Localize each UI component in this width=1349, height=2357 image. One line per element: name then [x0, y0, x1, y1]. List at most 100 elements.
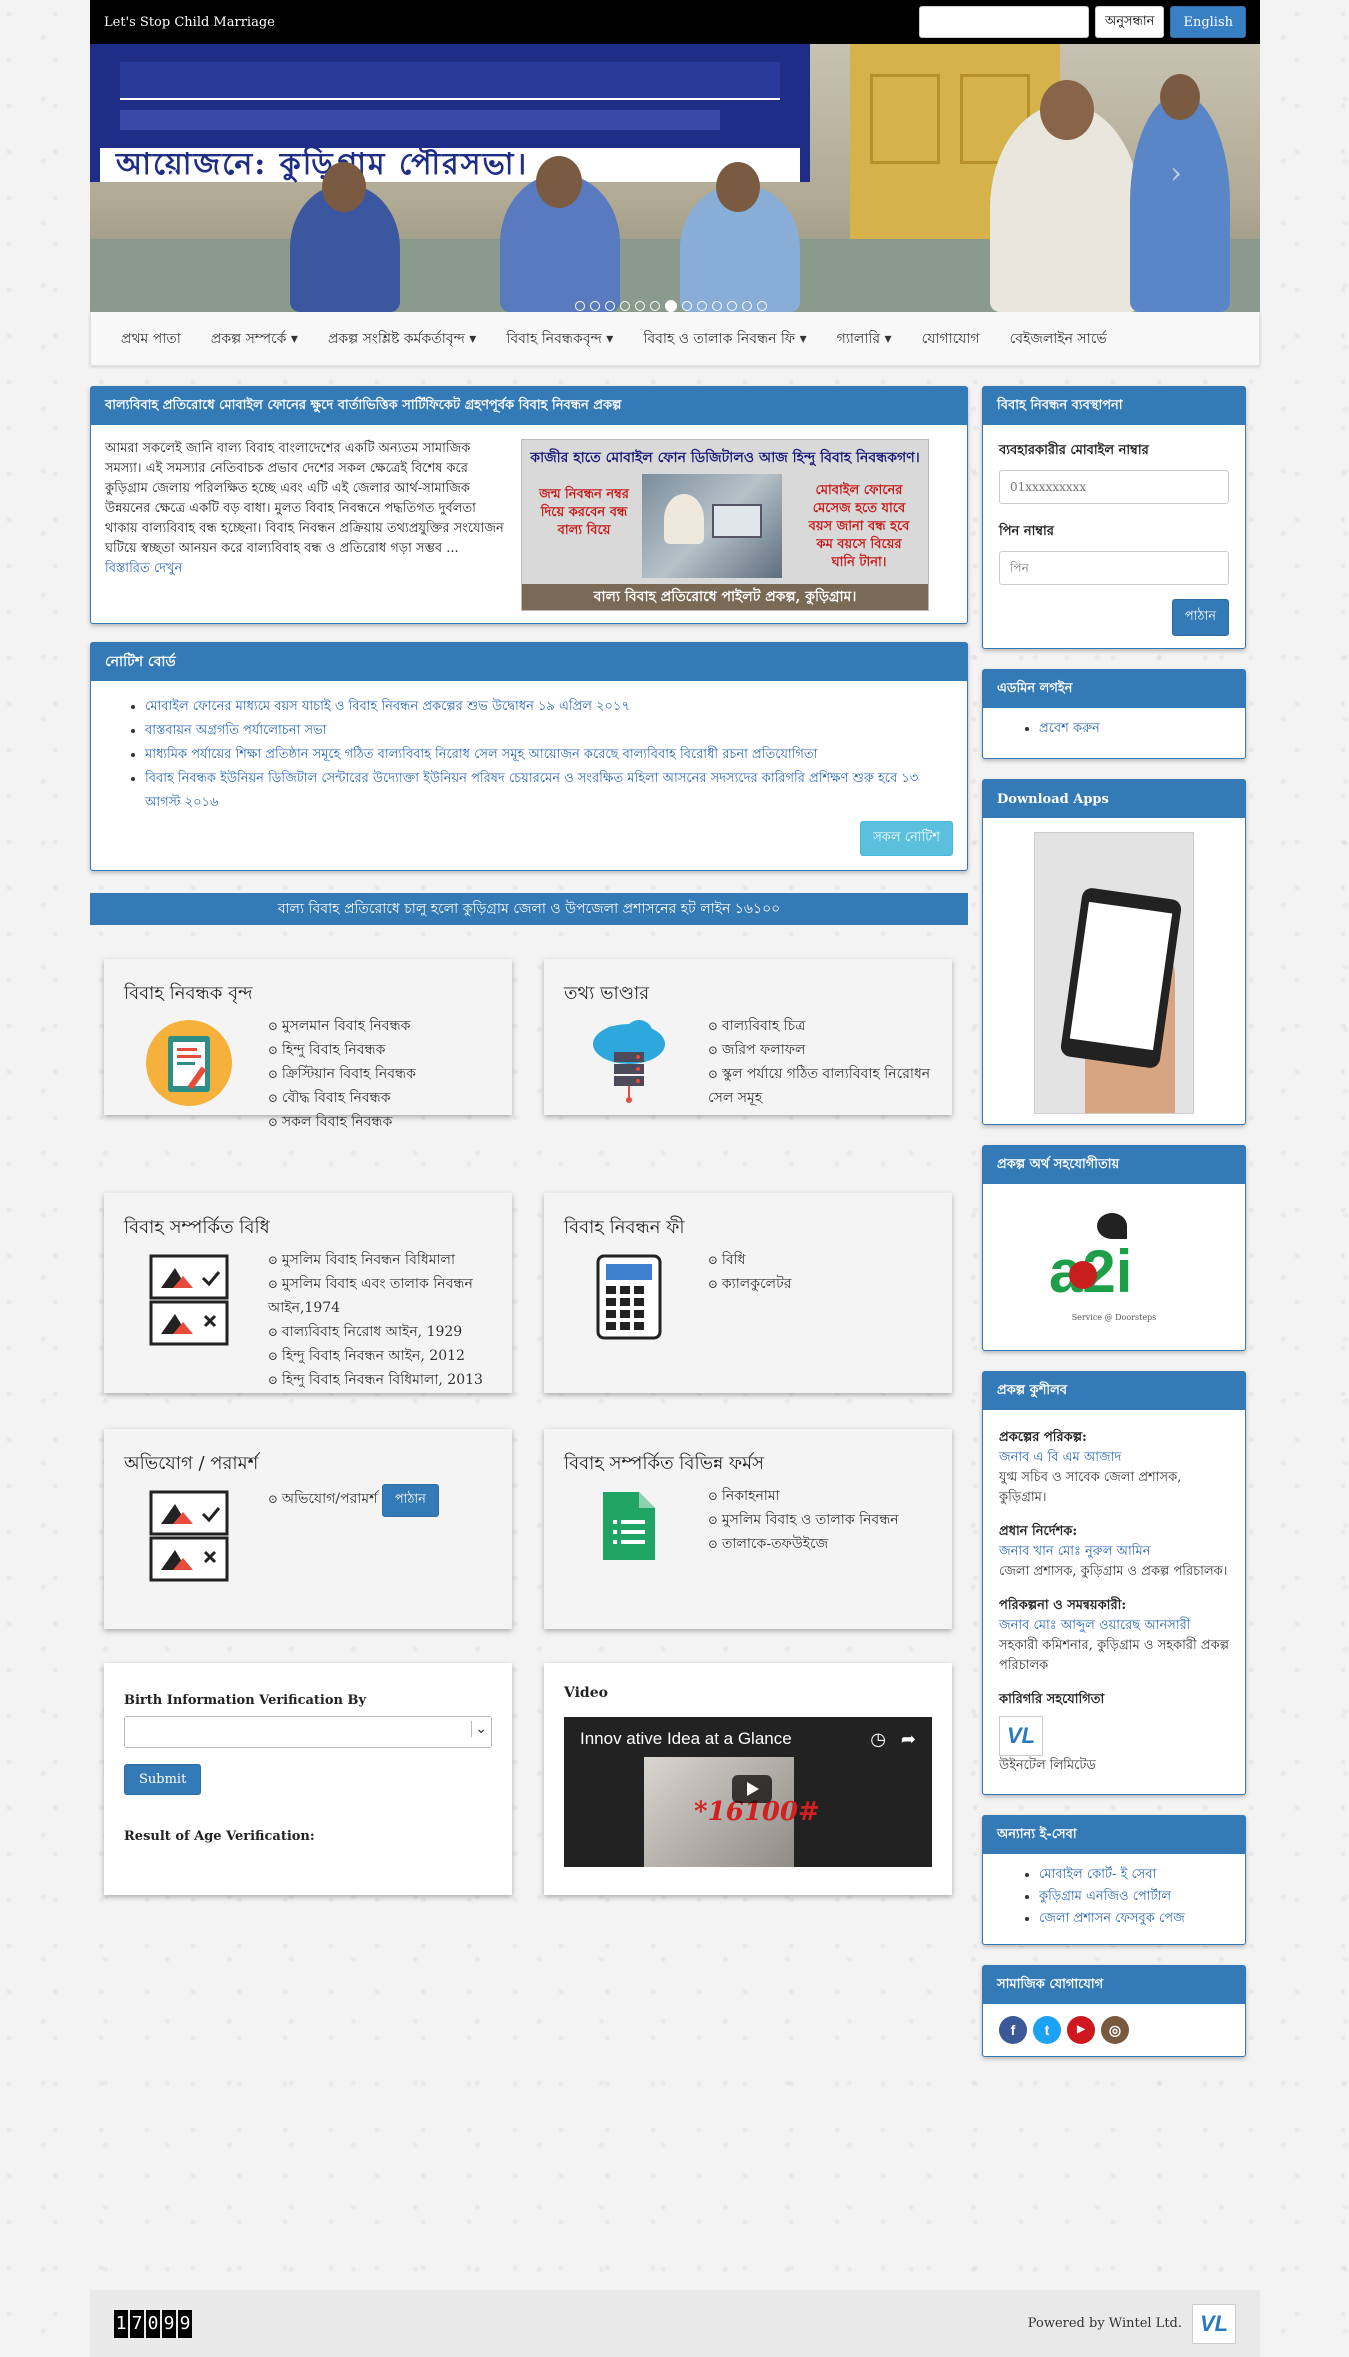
slider-dot[interactable]: [590, 301, 600, 311]
director-name[interactable]: জনাব এ বি এম আজাদ: [999, 1448, 1229, 1468]
mobile-input[interactable]: [999, 470, 1229, 504]
pin-input[interactable]: [999, 551, 1229, 585]
registrars-list: মুসলমান বিবাহ নিবন্ধকহিন্দু বিবাহ নিবন্ধ…: [268, 1014, 416, 1134]
nav-item[interactable]: বিবাহ নিবন্ধকবৃন্দ ▾: [506, 327, 613, 351]
slider-dot[interactable]: [697, 301, 707, 311]
slider-dot[interactable]: [650, 301, 660, 311]
send-button[interactable]: পাঠান: [1171, 599, 1229, 636]
coordinator-role: পরিকল্পনা ও সমন্বয়কারী:: [999, 1598, 1127, 1613]
registrar-link[interactable]: হিন্দু বিবাহ নিবন্ধক: [268, 1038, 416, 1062]
form-link[interactable]: তালাকে-তফউইজে: [708, 1532, 899, 1556]
coordinator-name[interactable]: জনাব মোঃ আব্দুল ওয়ারেছ আনসারী: [999, 1616, 1229, 1636]
admin-login-link[interactable]: প্রবেশ করুন: [1039, 718, 1229, 740]
rule-link[interactable]: মুসলিম বিবাহ এবং তালাক নিবন্ধন আইন,1974: [268, 1272, 492, 1320]
rules-list: মুসলিম বিবাহ নিবন্ধন বিধিমালামুসলিম বিবা…: [268, 1248, 492, 1392]
notice-board: নোটিশ বোর্ড মোবাইল ফোনের মাধ্যমে বয়স যা…: [90, 642, 968, 871]
fee-link[interactable]: বিধি: [708, 1248, 791, 1272]
all-notices-button[interactable]: সকল নোটিশ: [860, 821, 953, 856]
staff-panel: প্রকল্প কুশীলব প্রকল্পের পরিকল্প: জনাব এ…: [982, 1371, 1246, 1795]
clock-icon[interactable]: ◷: [870, 1729, 886, 1750]
chief-role: প্রধান নির্দেশক:: [999, 1524, 1078, 1539]
play-icon[interactable]: [732, 1775, 772, 1803]
video-heading: Video: [564, 1685, 608, 1701]
rule-link[interactable]: হিন্দু বিবাহ নিবন্ধন বিধিমালা, 2013: [268, 1368, 492, 1392]
info-link[interactable]: বাল্যবিবাহ চিত্র: [708, 1014, 932, 1038]
funding-title: প্রকল্প অর্থ সহযোগীতায়: [983, 1146, 1245, 1184]
facebook-icon[interactable]: f: [999, 2016, 1027, 2044]
search-input[interactable]: [919, 6, 1090, 38]
registrar-link[interactable]: বৌদ্ধ বিবাহ নিবন্ধক: [268, 1086, 416, 1110]
slider-dot[interactable]: [757, 301, 767, 311]
cloud-server-icon: [564, 1014, 694, 1110]
slider-dot[interactable]: [665, 300, 677, 312]
wintel-logo[interactable]: VL: [999, 1716, 1043, 1756]
eservice-link[interactable]: মোবাইল কোর্ট- ই সেবা: [1039, 1864, 1229, 1886]
slider-dot[interactable]: [682, 301, 692, 311]
complaint-card: অভিযোগ / পরামর্শ অভিযোগ/পরামর্শ পাঠান: [104, 1429, 512, 1629]
a2i-logo[interactable]: a2i: [1049, 1212, 1179, 1313]
nav-item[interactable]: প্রকল্প সম্পর্কে ▾: [211, 327, 298, 351]
nav-item[interactable]: বিবাহ ও তালাক নিবন্ধন ফি ▾: [643, 327, 806, 351]
read-more-link[interactable]: বিস্তারিত দেখুন: [105, 561, 182, 576]
site-brand[interactable]: Let's Stop Child Marriage: [104, 15, 275, 30]
intro-panel: বাল্যবিবাহ প্রতিরোধে মোবাইল ফোনের ক্ষুদে…: [90, 386, 968, 624]
eservice-link[interactable]: কুড়িগ্রাম এনজিও পোর্টাল: [1039, 1886, 1229, 1908]
image-slider: আয়োজনে: কুড়িগ্রাম পৌরসভা। ‹ ›: [90, 44, 1260, 312]
admin-panel: এডমিন লগইন প্রবেশ করুন: [982, 669, 1246, 759]
info-link[interactable]: জরিপ ফলাফল: [708, 1038, 932, 1062]
chief-name[interactable]: জনাব খান মোঃ নুরুল আমিন: [999, 1542, 1229, 1562]
forms-card: বিবাহ সম্পর্কিত বিভিন্ন ফর্মস নিকাহনামাম…: [544, 1429, 952, 1629]
notice-item[interactable]: মাধ্যমিক পর্যায়ের শিক্ষা প্রতিষ্ঠান সমূ…: [145, 743, 953, 767]
info-link[interactable]: স্কুল পর্যায়ে গঠিত বাল্যবিবাহ নিরোধন সে…: [708, 1062, 932, 1110]
nav-item[interactable]: বেইজলাইন সার্ভে: [1010, 327, 1107, 351]
slider-next-icon[interactable]: ›: [1170, 156, 1182, 191]
slider-prev-icon[interactable]: ‹: [168, 156, 180, 191]
notice-item[interactable]: বাস্তবায়ন অগ্রগতি পর্যালোচনা সভা: [145, 719, 953, 743]
verification-select[interactable]: [124, 1716, 492, 1748]
form-link[interactable]: নিকাহনামা: [708, 1484, 899, 1508]
nav-item[interactable]: গ্যালারি ▾: [837, 327, 892, 351]
instagram-icon[interactable]: ◎: [1101, 2016, 1129, 2044]
fee-link[interactable]: ক্যালকুলেটর: [708, 1272, 792, 1296]
main-column: বাল্যবিবাহ প্রতিরোধে মোবাইল ফোনের ক্ষুদে…: [90, 386, 968, 1919]
rule-link[interactable]: মুসলিম বিবাহ নিবন্ধন বিধিমালা: [268, 1248, 492, 1272]
rule-link[interactable]: হিন্দু বিবাহ নিবন্ধন আইন, 2012: [268, 1344, 492, 1368]
document-icon: [564, 1484, 694, 1564]
complaint-link[interactable]: অভিযোগ/পরামর্শ পাঠান: [268, 1484, 439, 1517]
notice-item[interactable]: মোবাইল ফোনের মাধ্যমে বয়স যাচাই ও বিবাহ …: [145, 695, 953, 719]
wintel-footer-logo[interactable]: VL: [1192, 2303, 1236, 2344]
notice-item[interactable]: বিবাহ নিবন্ধক ইউনিয়ন ডিজিটাল সেন্টারের …: [145, 767, 953, 815]
slider-dot[interactable]: [742, 301, 752, 311]
twitter-icon[interactable]: t: [1033, 2016, 1061, 2044]
video-player[interactable]: *16100# Innov ative Idea at a Glance ◷ ➦: [564, 1717, 932, 1867]
rule-link[interactable]: বাল্যবিবাহ নিরোধ আইন, 1929: [268, 1320, 492, 1344]
submit-button[interactable]: Submit: [124, 1764, 202, 1795]
english-button[interactable]: English: [1170, 6, 1246, 38]
phone-image[interactable]: [1034, 832, 1194, 1114]
video-card: Video *16100# Innov ative Idea at a Glan…: [544, 1663, 952, 1895]
slider-dot[interactable]: [712, 301, 722, 311]
send-complaint-button[interactable]: পাঠান: [381, 1484, 439, 1517]
nav-item[interactable]: প্রকল্প সংশ্লিষ্ট কর্মকর্তাবৃন্দ ▾: [328, 327, 476, 351]
powered-by-text[interactable]: Powered by Wintel Ltd.: [1028, 2316, 1182, 2331]
slider-dot[interactable]: [635, 301, 645, 311]
top-bar: Let's Stop Child Marriage অনুসন্ধান Engl…: [90, 0, 1260, 44]
youtube-icon[interactable]: ▶: [1067, 2016, 1095, 2044]
slider-dot[interactable]: [620, 301, 630, 311]
registrar-link[interactable]: সকল বিবাহ নিবন্ধক: [268, 1110, 416, 1134]
eservice-link[interactable]: জেলা প্রশাসন ফেসবুক পেজ: [1039, 1908, 1229, 1930]
registrar-link[interactable]: ক্রিস্টিয়ান বিবাহ নিবন্ধক: [268, 1062, 416, 1086]
card-title: অভিযোগ / পরামর্শ: [124, 1453, 259, 1474]
form-link[interactable]: মুসলিম বিবাহ ও তালাক নিবন্ধন: [708, 1508, 899, 1532]
registrar-link[interactable]: মুসলমান বিবাহ নিবন্ধক: [268, 1014, 416, 1038]
service-cards: বিবাহ নিবন্ধক বৃন্দ মুসলমান বিবাহ নিবন্ধ…: [90, 959, 968, 1919]
nav-item[interactable]: যোগাযোগ: [922, 327, 980, 351]
nav-item[interactable]: প্রথম পাতা: [121, 327, 181, 351]
slider-dot[interactable]: [605, 301, 615, 311]
footer: 17099 Powered by Wintel Ltd. VL: [90, 2290, 1260, 2357]
search-button[interactable]: অনুসন্ধান: [1095, 6, 1165, 38]
slider-dot[interactable]: [727, 301, 737, 311]
visitor-counter: 17099: [114, 2309, 192, 2338]
slider-dot[interactable]: [575, 301, 585, 311]
share-icon[interactable]: ➦: [901, 1729, 916, 1750]
